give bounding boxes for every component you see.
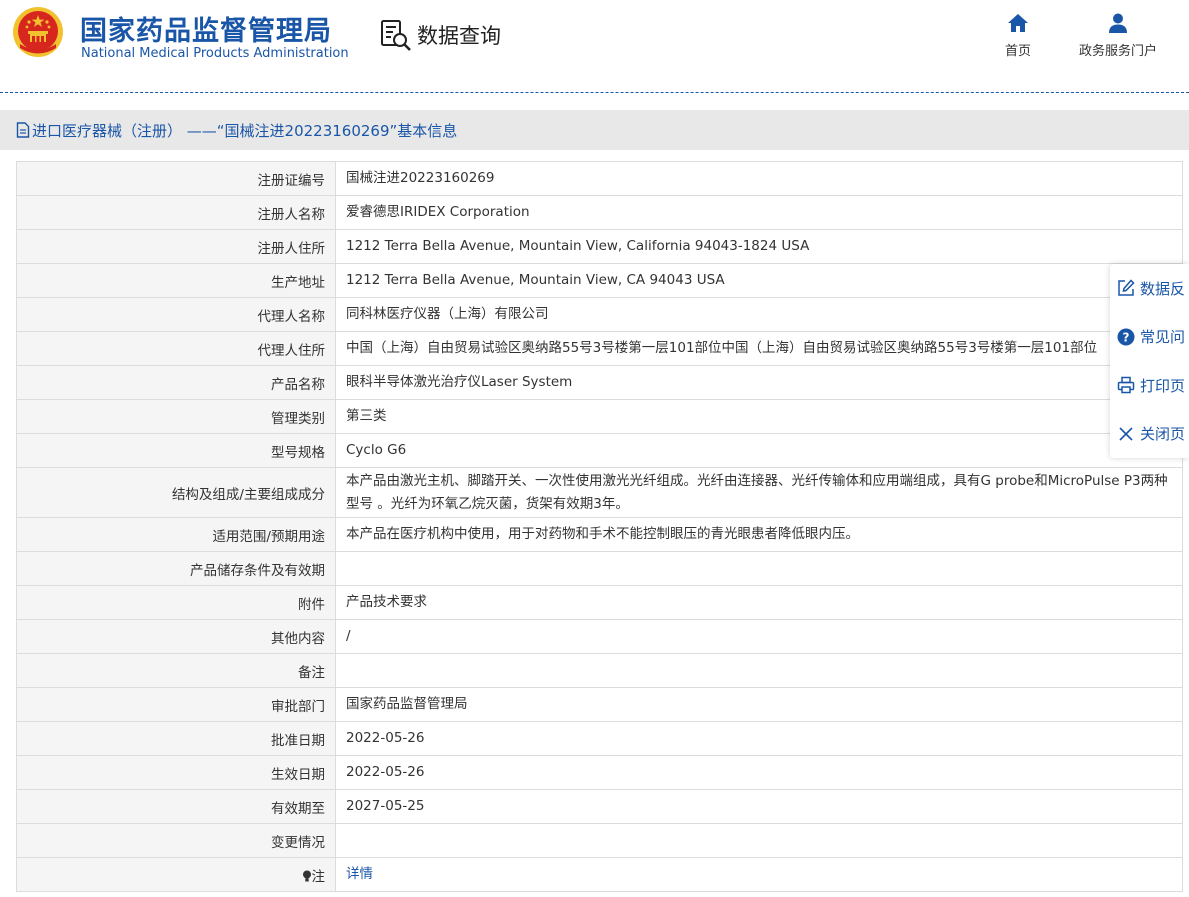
table-row: 生产地址 1212 Terra Bella Avenue, Mountain Vi…	[16, 263, 1183, 298]
site-header: 国家药品监督管理局 National Medical Products Admi…	[0, 0, 1189, 92]
row-label: 代理人名称	[16, 297, 336, 332]
nav-home-label: 首页	[1004, 44, 1031, 59]
row-label: 产品储存条件及有效期	[16, 551, 336, 586]
svg-text:?: ?	[1123, 330, 1130, 344]
table-row: 生效日期 2022-05-26	[16, 755, 1183, 790]
detail-table-container: 注册证编号 国械注进20223160269 注册人名称 爱睿德思IRIDEX Cor…	[16, 161, 1183, 897]
table-row: 适用范围/预期用途 本产品在医疗机构中使用，用于对药物和手术不能控制眼压的青光眼患…	[16, 517, 1183, 552]
user-icon	[1109, 13, 1127, 33]
row-label: 其他内容	[16, 619, 336, 654]
table-row: 注册人住所 1212 Terra Bella Avenue, Mountain V…	[16, 229, 1183, 264]
row-value: /	[335, 619, 1183, 654]
table-row: 管理类别 第三类	[16, 399, 1183, 434]
close-page-label: 关闭页	[1140, 425, 1186, 444]
question-icon: ?	[1117, 328, 1135, 346]
row-value: 第三类	[335, 399, 1183, 434]
national-emblem-icon[interactable]	[12, 6, 64, 58]
row-label: 管理类别	[16, 399, 336, 434]
row-value	[335, 823, 1183, 858]
close-page-button[interactable]: 关闭页	[1110, 410, 1189, 459]
data-query-heading[interactable]: 数据查询	[379, 18, 501, 52]
table-row: 附件 产品技术要求	[16, 585, 1183, 620]
print-label: 打印页	[1140, 376, 1186, 395]
table-row: 注 详情	[16, 857, 1183, 892]
row-value: 同科林医疗仪器（上海）有限公司	[335, 297, 1183, 332]
faq-button[interactable]: ? 常见问	[1110, 313, 1189, 362]
agency-title-en[interactable]: National Medical Products Administration	[81, 46, 349, 61]
lightbulb-icon	[302, 870, 311, 881]
table-row: 型号规格 Cyclo G6	[16, 433, 1183, 468]
row-value	[335, 653, 1183, 688]
breadcrumb-text: 进口医疗器械（注册） ——“国械注进20223160269”基本信息	[32, 121, 458, 140]
table-row: 其他内容 /	[16, 619, 1183, 654]
agency-title-cn[interactable]: 国家药品监督管理局	[80, 9, 332, 48]
close-icon	[1117, 425, 1135, 443]
home-icon	[1008, 14, 1028, 32]
row-label: 型号规格	[16, 433, 336, 468]
feedback-button[interactable]: 数据反	[1110, 264, 1189, 313]
row-value: 国械注进20223160269	[335, 161, 1183, 196]
data-query-label: 数据查询	[417, 24, 501, 48]
row-value: 中国（上海）自由贸易试验区奥纳路55号3号楼第一层101部位中国（上海）自由贸易…	[335, 331, 1183, 366]
row-value: 本产品由激光主机、脚踏开关、一次性使用激光光纤组成。光纤由连接器、光纤传输体和应…	[335, 467, 1183, 518]
row-label: 备注	[16, 653, 336, 688]
row-label: 注册人住所	[16, 229, 336, 264]
nav-service-portal-label: 政务服务门户	[1078, 44, 1157, 59]
row-value	[335, 551, 1183, 586]
document-search-icon	[381, 20, 411, 51]
row-value: Cyclo G6	[335, 433, 1183, 468]
row-label: 产品名称	[16, 365, 336, 400]
note-label-cell: 注	[16, 857, 336, 892]
row-value: 1212 Terra Bella Avenue, Mountain View, …	[335, 229, 1183, 264]
side-toolbar: 数据反 ? 常见问 打印页 关闭页	[1110, 264, 1189, 458]
details-link[interactable]: 详情	[346, 866, 373, 882]
detail-table: 注册证编号 国械注进20223160269 注册人名称 爱睿德思IRIDEX Cor…	[16, 161, 1183, 892]
nav-home[interactable]: 首页	[1000, 12, 1036, 59]
row-label: 附件	[16, 585, 336, 620]
feedback-label: 数据反	[1140, 279, 1186, 298]
printer-icon	[1117, 376, 1135, 394]
row-label: 代理人住所	[16, 331, 336, 366]
row-label: 有效期至	[16, 789, 336, 824]
edit-icon	[1117, 279, 1135, 297]
row-value: 眼科半导体激光治疗仪Laser System	[335, 365, 1183, 400]
row-value: 本产品在医疗机构中使用，用于对药物和手术不能控制眼压的青光眼患者降低眼内压。	[335, 517, 1183, 552]
table-row: 审批部门 国家药品监督管理局	[16, 687, 1183, 722]
header-divider	[0, 92, 1189, 93]
table-row: 产品储存条件及有效期	[16, 551, 1183, 586]
table-row: 注册证编号 国械注进20223160269	[16, 161, 1183, 196]
row-label: 生效日期	[16, 755, 336, 790]
table-row: 代理人名称 同科林医疗仪器（上海）有限公司	[16, 297, 1183, 332]
table-row: 变更情况	[16, 823, 1183, 858]
table-row: 结构及组成/主要组成成分 本产品由激光主机、脚踏开关、一次性使用激光光纤组成。光纤…	[16, 467, 1183, 518]
row-label: 适用范围/预期用途	[16, 517, 336, 552]
row-label: 变更情况	[16, 823, 336, 858]
table-row: 有效期至 2027-05-25	[16, 789, 1183, 824]
print-button[interactable]: 打印页	[1110, 361, 1189, 410]
row-value: 1212 Terra Bella Avenue, Mountain View, …	[335, 263, 1183, 298]
row-label: 生产地址	[16, 263, 336, 298]
breadcrumb: 进口医疗器械（注册） ——“国械注进20223160269”基本信息	[0, 110, 1189, 150]
row-label: 注册证编号	[16, 161, 336, 196]
row-label: 批准日期	[16, 721, 336, 756]
row-value: 产品技术要求	[335, 585, 1183, 620]
row-value: 国家药品监督管理局	[335, 687, 1183, 722]
table-row: 注册人名称 爱睿德思IRIDEX Corporation	[16, 195, 1183, 230]
faq-label: 常见问	[1140, 328, 1186, 347]
document-icon	[16, 122, 30, 138]
row-label: 结构及组成/主要组成成分	[16, 467, 336, 518]
table-row: 代理人住所 中国（上海）自由贸易试验区奥纳路55号3号楼第一层101部位中国（上海…	[16, 331, 1183, 366]
nav-service-portal[interactable]: 政务服务门户	[1070, 12, 1166, 59]
note-value-cell: 详情	[335, 857, 1183, 892]
row-value: 2022-05-26	[335, 721, 1183, 756]
table-row: 备注	[16, 653, 1183, 688]
row-label: 注	[311, 868, 326, 885]
row-value: 2022-05-26	[335, 755, 1183, 790]
row-value: 2027-05-25	[335, 789, 1183, 824]
row-label: 注册人名称	[16, 195, 336, 230]
row-label: 审批部门	[16, 687, 336, 722]
table-row: 批准日期 2022-05-26	[16, 721, 1183, 756]
row-value: 爱睿德思IRIDEX Corporation	[335, 195, 1183, 230]
table-row: 产品名称 眼科半导体激光治疗仪Laser System	[16, 365, 1183, 400]
